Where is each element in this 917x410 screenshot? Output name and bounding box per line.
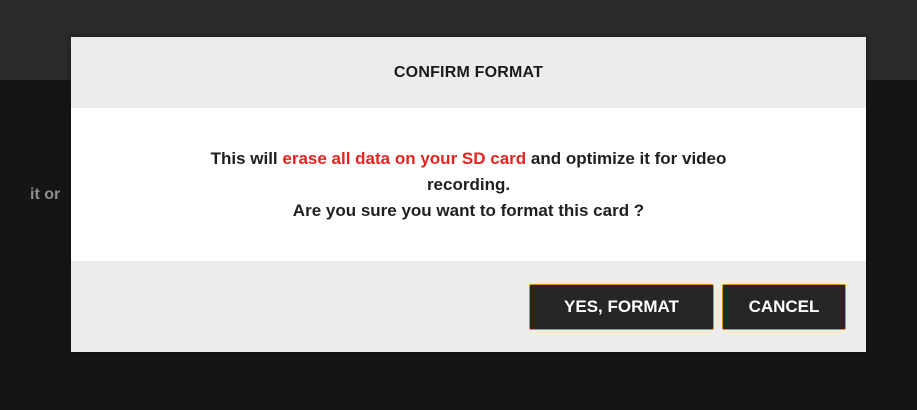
message-text-1: This will (210, 148, 283, 168)
dialog-message-line-1: This will erase all data on your SD card… (211, 146, 727, 172)
message-warning-highlight: erase all data on your SD card (282, 148, 527, 168)
cancel-button[interactable]: CANCEL (722, 283, 846, 330)
message-text-2: and optimize it for video (526, 148, 727, 168)
dialog-title: CONFIRM FORMAT (393, 63, 544, 81)
confirm-format-dialog: CONFIRM FORMAT This will erase all data … (71, 37, 866, 352)
dialog-header: CONFIRM FORMAT (71, 37, 866, 108)
yes-format-button[interactable]: YES, FORMAT (529, 283, 714, 330)
dialog-body: This will erase all data on your SD card… (71, 108, 866, 261)
dialog-footer: YES, FORMAT CANCEL (71, 261, 866, 352)
dialog-message-line-3: Are you sure you want to format this car… (292, 200, 645, 220)
dialog-message-line-2: recording. (426, 174, 511, 194)
background-text: it or (30, 186, 61, 203)
